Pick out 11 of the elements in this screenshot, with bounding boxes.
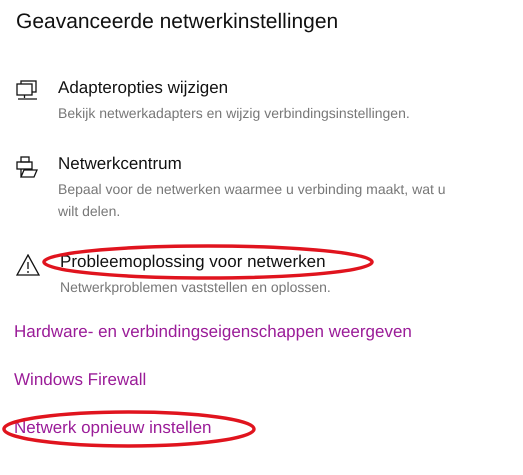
monitor-icon xyxy=(16,80,38,102)
warning-icon xyxy=(16,254,40,276)
option-description: Netwerkproblemen vaststellen en oplossen. xyxy=(60,278,331,297)
page-title: Geavanceerde netwerkinstellingen xyxy=(16,10,340,34)
option-description: Bekijk netwerkadapters en wijzig verbindingsinstellingen. xyxy=(58,104,410,123)
option-title[interactable]: Netwerkcentrum xyxy=(58,154,182,173)
settings-link[interactable]: Hardware- en verbindingseigenschappen weergeven xyxy=(14,322,412,341)
printer-folder-icon xyxy=(16,156,38,178)
settings-link[interactable]: Windows Firewall xyxy=(14,370,146,389)
option-title[interactable]: Adapteropties wijzigen xyxy=(58,78,228,97)
option-description: Bepaal voor de netwerken waarmee u verbinding maakt, wat u wilt delen. xyxy=(58,180,446,221)
